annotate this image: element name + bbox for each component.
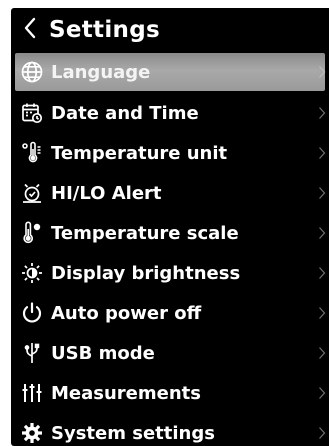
usb-icon (17, 339, 47, 367)
brightness-icon (17, 259, 47, 287)
menu-item-label: Display brightness (51, 262, 241, 284)
chevron-right-icon (317, 293, 327, 333)
menu-item-display-brightness[interactable]: Display brightness (11, 253, 329, 293)
menu-item-auto-power-off[interactable]: Auto power off (11, 293, 329, 333)
chevron-right-icon (317, 133, 327, 173)
menu-item-hi-lo-alert[interactable]: HI/LO Alert (11, 173, 329, 213)
sliders-icon (17, 379, 47, 407)
menu-item-label: Language (51, 61, 151, 83)
menu-item-label: USB mode (51, 342, 155, 364)
menu-item-language[interactable]: Language (15, 53, 327, 91)
power-icon (17, 299, 47, 327)
gear-icon (17, 419, 47, 446)
globe-icon (17, 58, 47, 86)
chevron-right-icon (317, 373, 327, 413)
menu-item-label: Temperature unit (51, 142, 228, 164)
chevron-right-icon (317, 213, 327, 253)
chevron-left-icon (23, 17, 37, 43)
settings-menu: Language Date and Time Temperature unit … (11, 53, 329, 446)
alarm-icon (17, 179, 47, 207)
menu-item-date-and-time[interactable]: Date and Time (11, 93, 329, 133)
thermometer-unit-icon (17, 139, 47, 167)
menu-item-label: Temperature scale (51, 222, 239, 244)
thermometer-scale-icon (17, 219, 47, 247)
chevron-right-icon (317, 413, 327, 446)
calendar-icon (17, 99, 47, 127)
back-button[interactable] (11, 8, 49, 51)
chevron-right-icon (317, 173, 327, 213)
menu-item-measurements[interactable]: Measurements (11, 373, 329, 413)
menu-item-label: Measurements (51, 382, 201, 404)
settings-screen: Settings Language Date and Time Temperat… (11, 8, 329, 446)
menu-item-system-settings[interactable]: System settings (11, 413, 329, 446)
menu-item-label: System settings (51, 422, 215, 444)
chevron-right-icon (317, 333, 327, 373)
header-bar: Settings (11, 8, 329, 51)
menu-item-usb-mode[interactable]: USB mode (11, 333, 329, 373)
menu-item-label: HI/LO Alert (51, 182, 162, 204)
menu-item-label: Date and Time (51, 102, 199, 124)
menu-item-label: Auto power off (51, 302, 202, 324)
chevron-right-icon (317, 93, 327, 133)
chevron-right-icon (317, 53, 327, 91)
chevron-right-icon (317, 253, 327, 293)
menu-item-temperature-unit[interactable]: Temperature unit (11, 133, 329, 173)
menu-item-temperature-scale[interactable]: Temperature scale (11, 213, 329, 253)
page-title: Settings (49, 16, 160, 43)
